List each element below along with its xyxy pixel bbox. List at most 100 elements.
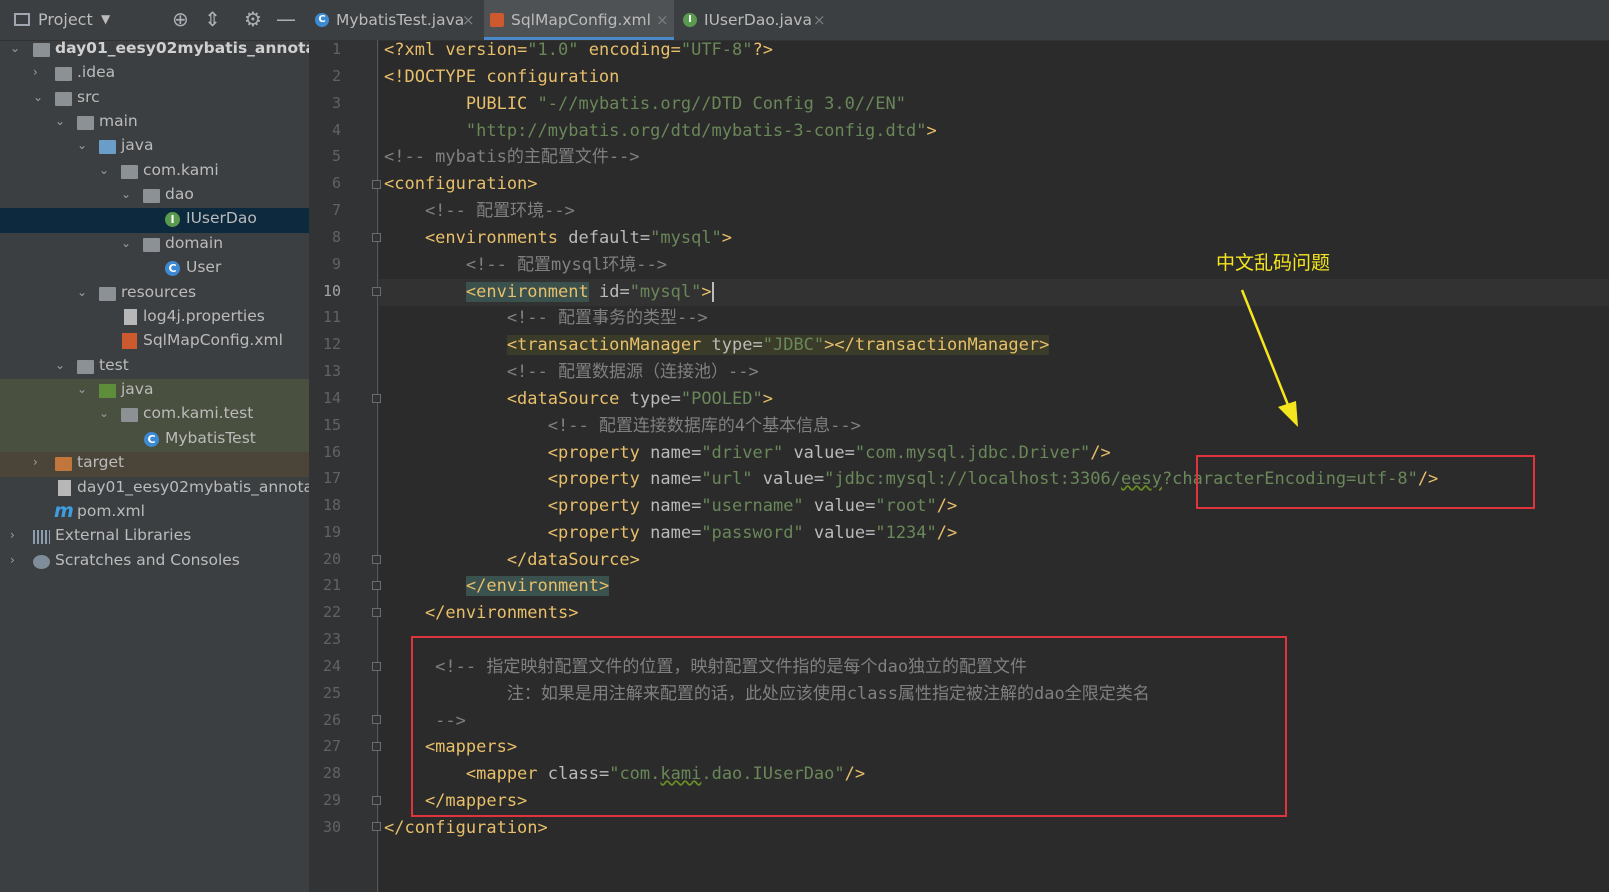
line-number[interactable]: 15 bbox=[309, 416, 341, 434]
chevron-down-icon[interactable]: ⌄ bbox=[121, 236, 133, 250]
tree-item-java[interactable]: ⌄ java bbox=[0, 135, 309, 160]
code-line-16: <property name="driver" value="com.mysql… bbox=[384, 442, 1111, 464]
fold-marker-icon[interactable] bbox=[372, 742, 381, 751]
chevron-down-icon[interactable]: ⌄ bbox=[55, 358, 67, 372]
line-number[interactable]: 30 bbox=[309, 818, 341, 836]
chevron-down-icon[interactable]: ⌄ bbox=[10, 41, 22, 55]
tree-item-src[interactable]: ⌄ src bbox=[0, 87, 309, 112]
fold-marker-icon[interactable] bbox=[372, 608, 381, 617]
chevron-down-icon[interactable]: ⌄ bbox=[55, 114, 67, 128]
token: = bbox=[813, 469, 825, 489]
chevron-down-icon[interactable]: ⌄ bbox=[121, 187, 133, 201]
tree-item-main[interactable]: ⌄ main bbox=[0, 111, 309, 136]
line-number[interactable]: 14 bbox=[309, 389, 341, 407]
hide-icon[interactable]: — bbox=[276, 7, 296, 31]
tab-iuserdao[interactable]: I IUserDao.java × bbox=[677, 0, 837, 40]
line-number[interactable]: 18 bbox=[309, 496, 341, 514]
source-folder-icon bbox=[99, 140, 116, 154]
chevron-down-icon[interactable]: ⌄ bbox=[99, 406, 111, 420]
fold-marker-icon[interactable] bbox=[372, 287, 381, 296]
line-number[interactable]: 11 bbox=[309, 308, 341, 326]
fold-marker-icon[interactable] bbox=[372, 662, 381, 671]
tree-item-iml[interactable]: day01_eesy02mybatis_annotation.iml bbox=[0, 477, 309, 502]
line-number[interactable]: 17 bbox=[309, 469, 341, 487]
line-number[interactable]: 2 bbox=[309, 67, 341, 85]
tree-item-scratches[interactable]: › Scratches and Consoles bbox=[0, 550, 309, 575]
chevron-down-icon[interactable]: ⌄ bbox=[77, 138, 89, 152]
line-number[interactable]: 3 bbox=[309, 94, 341, 112]
close-icon[interactable]: × bbox=[462, 11, 475, 29]
line-number[interactable]: 13 bbox=[309, 362, 341, 380]
tree-item-mybatistest[interactable]: C MybatisTest bbox=[0, 428, 309, 453]
close-icon[interactable]: × bbox=[656, 11, 669, 29]
fold-marker-icon[interactable] bbox=[372, 555, 381, 564]
line-number[interactable]: 10 bbox=[309, 282, 341, 300]
line-number[interactable]: 29 bbox=[309, 791, 341, 809]
fold-marker-icon[interactable] bbox=[372, 796, 381, 805]
tree-item-sqlmapconfig[interactable]: SqlMapConfig.xml bbox=[0, 330, 309, 355]
tree-item-resources[interactable]: ⌄ resources bbox=[0, 282, 309, 307]
line-number[interactable]: 28 bbox=[309, 764, 341, 782]
tree-item-domain[interactable]: ⌄ domain bbox=[0, 233, 309, 258]
tree-item-test-java[interactable]: ⌄ java bbox=[0, 379, 309, 404]
chevron-down-icon[interactable]: ⌄ bbox=[99, 163, 111, 177]
line-number[interactable]: 23 bbox=[309, 630, 341, 648]
tab-mybatistest[interactable]: C MybatisTest.java × bbox=[309, 0, 481, 40]
locate-icon[interactable]: ⊕ bbox=[172, 7, 189, 31]
tree-item-user[interactable]: C User bbox=[0, 257, 309, 282]
token: name bbox=[650, 523, 692, 543]
fold-marker-icon[interactable] bbox=[372, 180, 381, 189]
line-number[interactable]: 8 bbox=[309, 228, 341, 246]
line-number[interactable]: 21 bbox=[309, 576, 341, 594]
line-number[interactable]: 27 bbox=[309, 737, 341, 755]
line-number[interactable]: 5 bbox=[309, 147, 341, 165]
chevron-down-icon[interactable]: ⌄ bbox=[77, 382, 89, 396]
tree-item-label: log4j.properties bbox=[143, 307, 265, 325]
line-number[interactable]: 16 bbox=[309, 443, 341, 461]
fold-marker-icon[interactable] bbox=[372, 715, 381, 724]
tab-sqlmapconfig[interactable]: SqlMapConfig.xml × bbox=[484, 0, 674, 40]
chevron-right-icon[interactable]: › bbox=[10, 528, 22, 542]
tree-item-test[interactable]: ⌄ test bbox=[0, 355, 309, 380]
tree-item-dao[interactable]: ⌄ dao bbox=[0, 184, 309, 209]
fold-marker-icon[interactable] bbox=[372, 822, 381, 831]
collapse-all-icon[interactable]: ⇕ bbox=[204, 7, 221, 31]
line-number[interactable]: 4 bbox=[309, 121, 341, 139]
tree-item-target[interactable]: › target bbox=[0, 452, 309, 477]
line-number[interactable]: 7 bbox=[309, 201, 341, 219]
gear-icon[interactable]: ⚙ bbox=[244, 7, 262, 31]
line-number[interactable]: 6 bbox=[309, 174, 341, 192]
tree-item-com-kami-test[interactable]: ⌄ com.kami.test bbox=[0, 403, 309, 428]
tree-item-module[interactable]: ⌄ day01_eesy02mybatis_annotation bbox=[0, 38, 309, 63]
line-number[interactable]: 25 bbox=[309, 684, 341, 702]
fold-marker-icon[interactable] bbox=[372, 233, 381, 242]
line-number[interactable]: 22 bbox=[309, 603, 341, 621]
tree-item-log4j[interactable]: log4j.properties bbox=[0, 306, 309, 331]
chevron-down-icon[interactable]: ▼ bbox=[101, 12, 110, 26]
tree-item-idea[interactable]: › .idea bbox=[0, 62, 309, 87]
line-number[interactable]: 20 bbox=[309, 550, 341, 568]
iml-file-icon bbox=[58, 480, 71, 496]
tree-item-label: com.kami bbox=[143, 161, 219, 179]
line-number[interactable]: 24 bbox=[309, 657, 341, 675]
package-icon bbox=[143, 238, 160, 252]
line-number[interactable]: 26 bbox=[309, 711, 341, 729]
tree-item-iuserdao[interactable]: I IUserDao bbox=[0, 208, 309, 233]
fold-marker-icon[interactable] bbox=[372, 581, 381, 590]
tree-item-external-libraries[interactable]: › External Libraries bbox=[0, 525, 309, 550]
tree-item-com-kami[interactable]: ⌄ com.kami bbox=[0, 160, 309, 185]
chevron-right-icon[interactable]: › bbox=[33, 65, 45, 79]
chevron-down-icon[interactable]: ⌄ bbox=[77, 285, 89, 299]
line-number[interactable]: 1 bbox=[309, 40, 341, 58]
line-number[interactable]: 12 bbox=[309, 335, 341, 353]
chevron-right-icon[interactable]: › bbox=[33, 455, 45, 469]
token: "mysql" bbox=[650, 228, 722, 248]
line-number[interactable]: 19 bbox=[309, 523, 341, 541]
line-number[interactable]: 9 bbox=[309, 255, 341, 273]
close-icon[interactable]: × bbox=[813, 11, 826, 29]
project-view-selector[interactable]: Project bbox=[38, 10, 93, 29]
fold-marker-icon[interactable] bbox=[372, 394, 381, 403]
chevron-down-icon[interactable]: ⌄ bbox=[33, 90, 45, 104]
tree-item-pom[interactable]: m pom.xml bbox=[0, 500, 309, 526]
chevron-right-icon[interactable]: › bbox=[10, 553, 22, 567]
